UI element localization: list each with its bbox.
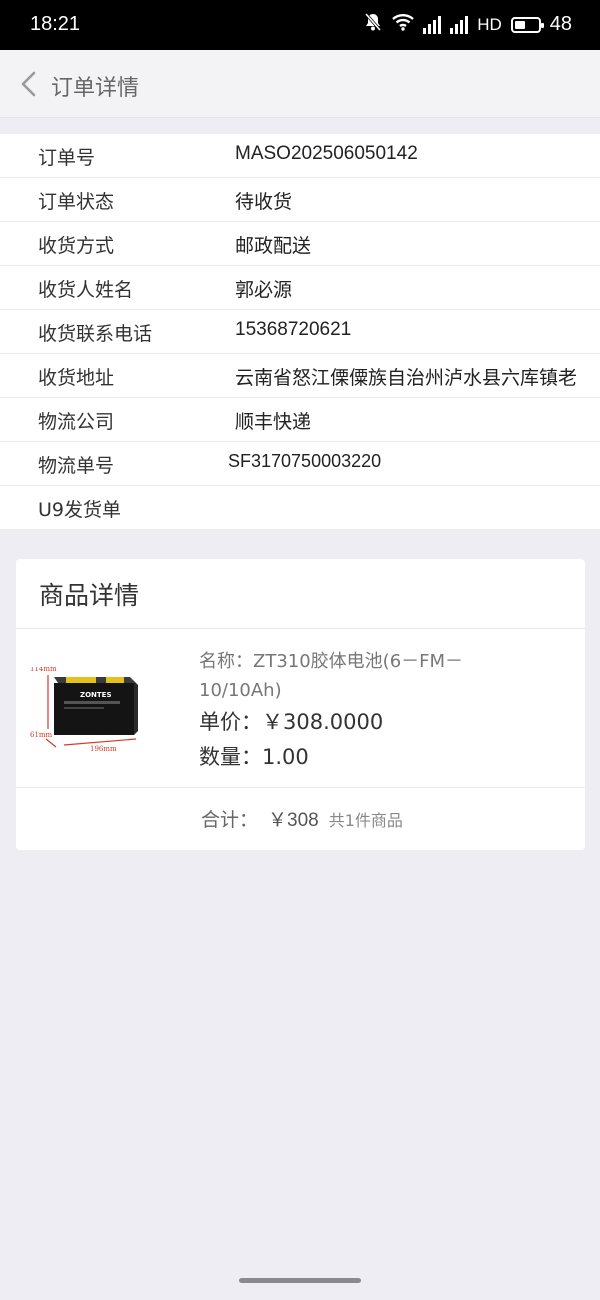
status-icons: HD 48 [363,12,572,37]
total-item-count: 共1件商品 [328,811,403,830]
product-dim-depth: 61mm [30,731,53,739]
row-delivery-method: 收货方式 邮政配送 [0,222,600,266]
logistics-company-label: 物流公司 [38,411,115,433]
recipient-name-value: 郭必源 [235,279,293,301]
chevron-left-icon [21,71,36,97]
address-value: 云南省怒江傈僳族自治州泸水县六库镇老 [235,367,578,389]
total-value: ￥308 [268,810,319,831]
order-number-value: MASO202506050142 [235,143,418,164]
page-title: 订单详情 [51,76,140,101]
address-label: 收货地址 [38,367,115,389]
row-address: 收货地址 云南省怒江傈僳族自治州泸水县六库镇老 [0,354,600,398]
signal-5g-icon-2 [450,15,469,34]
row-logistics-company: 物流公司 顺丰快递 [0,398,600,442]
u9-delivery-label: U9发货单 [38,499,121,521]
row-tracking-number: 物流单号 SF3170750003220 [0,442,600,486]
product-brand: ZONTES [80,691,111,699]
back-button[interactable] [14,68,44,100]
tracking-number-value: SF3170750003220 [228,451,382,471]
row-order-number: 订单号 MASO202506050142 [0,134,600,178]
order-number-label: 订单号 [38,147,96,169]
product-quantity: 数量：1.00 [199,745,309,769]
status-time: 18:21 [30,13,81,35]
product-name-line2: 10/10Ah) [199,680,282,701]
goods-card: 商品详情 ZONTES 114mm 61mm 196mm 名称：ZT310胶体电… [16,559,585,850]
divider [16,628,585,629]
row-order-status: 订单状态 待收货 [0,178,600,222]
delivery-method-label: 收货方式 [38,235,115,257]
nav-bar: 订单详情 [0,50,600,118]
order-status-value: 待收货 [235,191,293,213]
total-label: 合计： [201,809,259,831]
home-indicator[interactable] [239,1278,361,1283]
delivery-method-value: 邮政配送 [235,235,312,257]
product-name: 名称：ZT310胶体电池(6－FM－ 10/10Ah) [199,647,519,705]
recipient-name-label: 收货人姓名 [38,279,134,301]
row-recipient-name: 收货人姓名 郭必源 [0,266,600,310]
wifi-icon [392,13,414,36]
product-image[interactable]: ZONTES 114mm 61mm 196mm [30,665,150,755]
row-recipient-phone: 收货联系电话 15368720621 [0,310,600,354]
goods-title: 商品详情 [39,581,140,610]
logistics-company-value: 顺丰快递 [235,411,312,433]
order-status-label: 订单状态 [38,191,115,213]
divider [16,787,585,788]
product-dim-height: 114mm [30,667,57,673]
product-price: 单价：￥308.0000 [199,710,384,734]
product-dim-width: 196mm [90,745,117,753]
status-bar: 18:21 HD 48 [0,0,600,50]
tracking-number-label: 物流单号 [38,455,115,477]
recipient-phone-value: 15368720621 [235,319,352,340]
battery-level: 48 [549,13,572,35]
order-total: 合计： ￥308 共1件商品 [201,805,403,832]
row-u9-delivery: U9发货单 [0,486,600,530]
signal-5g-icon [423,15,442,34]
battery-icon [510,16,544,33]
product-name-line1: 名称：ZT310胶体电池(6－FM－ [199,651,464,672]
recipient-phone-label: 收货联系电话 [38,323,153,345]
order-info-list: 订单号 MASO202506050142 订单状态 待收货 收货方式 邮政配送 … [0,134,600,530]
hd-icon: HD [477,14,502,34]
bell-muted-icon [363,12,383,37]
